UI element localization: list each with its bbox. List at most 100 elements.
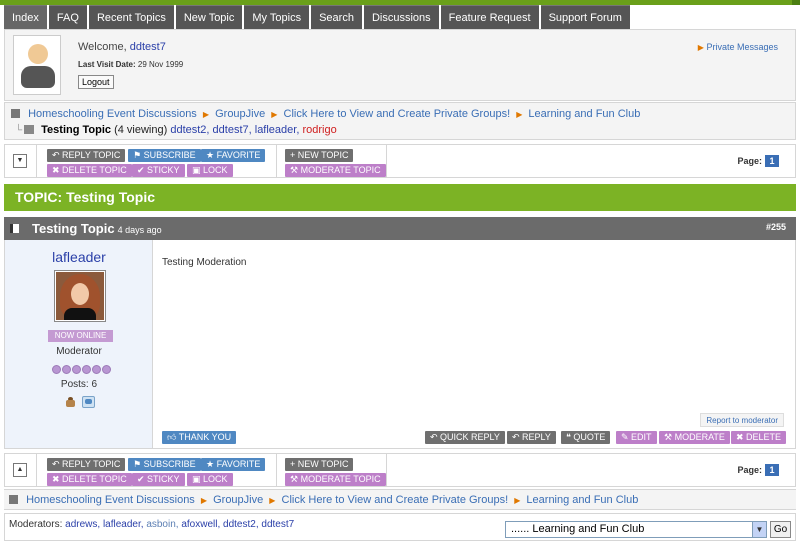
online-status-badge: NOW ONLINE (48, 330, 113, 342)
viewer-link[interactable]: lafleader, (255, 124, 300, 136)
collapse-icon[interactable]: ▲ (13, 463, 27, 477)
tab-feature-request[interactable]: Feature Request (440, 5, 539, 29)
post-number[interactable]: #255 (766, 222, 786, 232)
moderate-topic-button[interactable]: ⚒ MODERATE TOPIC (285, 473, 386, 486)
private-messages-link[interactable]: ▶ Private Messages (698, 42, 778, 52)
edit-button[interactable]: ✎ EDIT (616, 431, 657, 444)
moderator-link[interactable]: adrews, (65, 519, 100, 530)
favorite-button[interactable]: ★ FAVORITE (201, 149, 266, 162)
welcome-greeting: Welcome, ddtest7 (78, 41, 166, 53)
delete-button[interactable]: ✖ DELETE (731, 431, 787, 444)
reply-label: REPLY (522, 432, 551, 442)
collapse-icon[interactable]: ▼ (13, 154, 27, 168)
viewing-topic-title: Testing Topic (41, 124, 112, 136)
flag-icon: ⚑ (133, 459, 144, 469)
sticky-label: STICKY (147, 165, 180, 175)
quick-reply-button[interactable]: ↶ QUICK REPLY (425, 431, 505, 444)
breadcrumb-item[interactable]: Click Here to View and Create Private Gr… (282, 494, 509, 506)
author-avatar[interactable] (54, 270, 106, 322)
chevron-down-icon[interactable]: ▼ (752, 522, 766, 537)
subscribe-button[interactable]: ⚑ SUBSCRIBE (128, 458, 201, 471)
breadcrumb-item[interactable]: Homeschooling Event Discussions (28, 108, 197, 120)
message-icon[interactable] (82, 396, 95, 408)
tab-discussions[interactable]: Discussions (363, 5, 439, 29)
logout-button[interactable]: Logout (78, 75, 114, 89)
tab-recent-topics[interactable]: Recent Topics (88, 5, 174, 29)
moderate-topic-button[interactable]: ⚒ MODERATE TOPIC (285, 164, 386, 177)
karma-icon[interactable] (64, 396, 76, 408)
new-topic-button[interactable]: + NEW TOPIC (285, 149, 354, 162)
greeting-text: Welcome, (78, 41, 130, 53)
subscribe-label: SUBSCRIBE (143, 459, 196, 469)
breadcrumb-panel-bottom: Homeschooling Event Discussions ▶ GroupJ… (4, 489, 796, 510)
subscribe-button[interactable]: ⚑ SUBSCRIBE (128, 149, 201, 162)
post-body: lafleader NOW ONLINE Moderator Posts: 6 … (4, 240, 796, 449)
delete-topic-button[interactable]: ✖ DELETE TOPIC (47, 473, 132, 486)
tab-index[interactable]: Index (4, 5, 47, 29)
thank-you-label: THANK YOU (178, 432, 232, 442)
page-number[interactable]: 1 (765, 464, 779, 476)
breadcrumb-item[interactable]: GroupJive (215, 108, 265, 120)
moderate-label: MODERATE (674, 432, 725, 442)
arrow-right-icon: ▶ (697, 43, 704, 52)
new-topic-button[interactable]: + NEW TOPIC (285, 458, 354, 471)
moderator-link[interactable]: asboin, (146, 519, 178, 530)
arrow-right-icon: ▶ (269, 496, 276, 505)
breadcrumb-item[interactable]: Click Here to View and Create Private Gr… (284, 108, 511, 120)
viewer-link[interactable]: ddtest7, (213, 124, 252, 136)
breadcrumb-panel: Homeschooling Event Discussions ▶ GroupJ… (4, 102, 796, 140)
quote-button[interactable]: ❝ QUOTE (561, 431, 611, 444)
go-button[interactable]: Go (770, 521, 791, 538)
reply-topic-button[interactable]: ↶ REPLY TOPIC (47, 149, 126, 162)
last-visit-label: Last Visit Date: (78, 60, 136, 69)
tab-search[interactable]: Search (311, 5, 362, 29)
username-link[interactable]: ddtest7 (130, 41, 166, 53)
breadcrumb-item[interactable]: Learning and Fun Club (528, 108, 640, 120)
post-count: Posts: 6 (60, 379, 98, 390)
breadcrumb: Homeschooling Event Discussions ▶ GroupJ… (11, 108, 640, 120)
forum-jump-select[interactable]: ...... Learning and Fun Club ▼ (505, 521, 767, 538)
moderator-link[interactable]: ddtest2, (223, 519, 259, 530)
moderate-button[interactable]: ⚒ MODERATE (659, 431, 730, 444)
breadcrumb-item[interactable]: Homeschooling Event Discussions (26, 494, 195, 506)
moderator-link[interactable]: afoxwell, (181, 519, 220, 530)
reply-button[interactable]: ↶ REPLY (507, 431, 556, 444)
reply-icon: ↶ (430, 432, 441, 442)
page-number[interactable]: 1 (765, 155, 779, 167)
breadcrumb-item[interactable]: GroupJive (213, 494, 263, 506)
arrow-right-icon: ▶ (200, 496, 208, 505)
tab-my-topics[interactable]: My Topics (244, 5, 310, 29)
rank-dot (82, 365, 91, 374)
viewer-link[interactable]: ddtest2, (170, 124, 209, 136)
reply-topic-button[interactable]: ↶ REPLY TOPIC (47, 458, 126, 471)
x-icon: ✖ (52, 165, 63, 175)
author-role: Moderator (56, 346, 102, 357)
star-icon: ★ (206, 459, 217, 469)
thank-you-button[interactable]: 👍︎ THANK YOU (162, 431, 237, 444)
breadcrumb-item[interactable]: Learning and Fun Club (526, 494, 638, 506)
divider (276, 145, 277, 177)
delete-topic-button[interactable]: ✖ DELETE TOPIC (47, 164, 132, 177)
moderator-link[interactable]: ddtest7 (261, 519, 294, 530)
tab-support-forum[interactable]: Support Forum (540, 5, 630, 29)
sticky-button[interactable]: ✔ STICKY (132, 164, 185, 177)
last-visit-value: 29 Nov 1999 (137, 60, 184, 69)
viewing-count: (4 viewing) (114, 124, 168, 136)
favorite-button[interactable]: ★ FAVORITE (201, 458, 266, 471)
check-icon: ✔ (137, 474, 148, 484)
sticky-button[interactable]: ✔ STICKY (132, 473, 185, 486)
tab-new-topic[interactable]: New Topic (175, 5, 243, 29)
lock-button[interactable]: ▣ LOCK (187, 473, 233, 486)
tab-faq[interactable]: FAQ (48, 5, 87, 29)
moderator-link[interactable]: lafleader, (103, 519, 144, 530)
viewer-link[interactable]: rodrigo (302, 124, 336, 136)
author-name[interactable]: lafleader (5, 249, 153, 265)
breadcrumb: Homeschooling Event Discussions ▶ GroupJ… (9, 494, 638, 506)
report-to-moderator-link[interactable]: Report to moderator (700, 413, 784, 427)
page-label: Page: (737, 465, 762, 475)
lock-button[interactable]: ▣ LOCK (187, 164, 233, 177)
private-messages-label: Private Messages (706, 42, 778, 52)
post-time: 4 days ago (117, 225, 162, 235)
pagination: Page: 1 (737, 155, 779, 167)
check-icon: ✔ (137, 165, 148, 175)
